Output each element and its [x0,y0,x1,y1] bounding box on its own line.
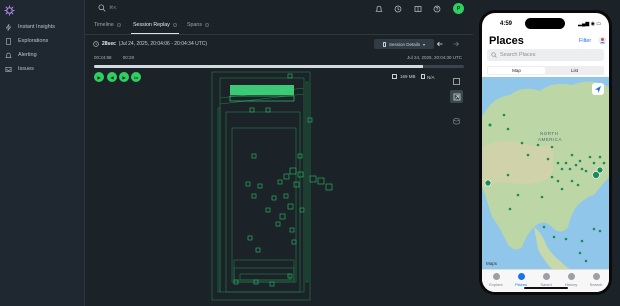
phone-tab-label: Search [589,282,603,287]
sidebar-item-label: Alerting [18,52,37,58]
globe-icon [492,273,500,280]
square-icon [453,78,460,85]
current-time: 00:24:88 [94,55,112,60]
database-icon [453,118,460,125]
layers-icon [453,93,460,100]
search-icon[interactable] [98,4,106,12]
session-details-label: Session Details [388,41,420,47]
info-icon [116,23,121,27]
highlight-bar [230,85,294,95]
memory-value: 169 MB [400,74,416,79]
inbox-icon [5,66,12,72]
sidebar: Instant Insights Explorations Alerting I… [0,0,85,306]
document-icon [6,37,11,45]
session-details-button[interactable]: Session Details ▾ [374,39,434,49]
search-placeholder: Search Places [500,52,536,58]
sidebar-item-label: Instant Insights [18,24,55,30]
lock-icon [421,74,425,79]
tab-label: Timeline [94,22,114,28]
bookmark-icon [542,273,550,280]
maps-credit: Maps [486,261,498,266]
segment-list[interactable]: List [546,67,603,74]
phone-icon [382,41,386,47]
places-search-input[interactable]: Search Places [487,49,604,61]
session-duration-text: 28sec (Jul 24, 2025, 20:04:06 - 20:04:34… [102,41,207,47]
phone-tab-label: Explore [489,282,503,287]
stack-tool-button[interactable] [450,115,463,128]
skip-back-button[interactable]: ◀ [107,72,117,82]
search-icon [491,52,497,58]
bell-icon [5,52,12,58]
playback-timestamp: Jul 24, 2025, 20:04:30 UTC [407,55,463,60]
places-title: Places [489,35,524,47]
map-label-america: AMERICA [538,137,562,142]
tab-spans[interactable]: Spans [187,22,210,28]
lightning-icon [5,23,12,31]
wireframe-tool-button[interactable] [450,90,463,103]
tab-label: Spans [187,22,203,28]
phone-tab-saved[interactable]: Saved [534,273,558,287]
clock-icon [93,41,99,47]
user-avatar[interactable]: P [453,3,464,14]
home-indicator [524,287,568,289]
status-icons: ▂▄▆ ◉ ▭ [578,21,602,27]
map-label-north: NORTH [540,131,558,136]
phone-tab-history[interactable]: History [559,273,583,287]
phone-tab-places[interactable]: Places [509,273,533,287]
notification-bell-icon[interactable] [375,5,383,13]
phone-tab-explore[interactable]: Explore [484,273,508,287]
places-map[interactable]: NORTH AMERICA [482,77,609,269]
playback-time: 00:24:88 00:28 [94,55,134,60]
sidebar-item-alerting[interactable]: Alerting [5,49,37,61]
history-icon[interactable] [394,5,402,13]
top-bar: ⌘K P [85,0,473,17]
sidebar-item-instant-insights[interactable]: Instant Insights [5,21,55,33]
select-tool-button[interactable] [450,75,463,88]
filter-button[interactable]: Filter [579,38,591,44]
clock-icon [567,273,575,280]
arrow-left-icon[interactable] [436,40,444,48]
sidebar-item-label: Issues [18,66,34,72]
status-time: 4:59 [500,21,513,27]
dynamic-island [525,18,565,29]
play-button[interactable]: ▶ [94,72,104,82]
tab-timeline[interactable]: Timeline [94,22,121,28]
docs-icon[interactable] [414,5,422,13]
view-segmented-control: Map List [487,66,604,75]
sidebar-item-issues[interactable]: Issues [5,63,34,75]
speed-button[interactable]: 1x [131,72,141,82]
search-shortcut: ⌘K [109,5,117,10]
replay-wireframe-canvas [211,71,333,301]
phone-tab-search[interactable]: Search [584,273,608,287]
sidebar-item-label: Explorations [18,38,49,44]
session-range: (Jul 24, 2025, 20:04:06 - 20:04:34 UTC) [118,41,208,47]
network-value: N/A [427,75,435,80]
session-info-row: 28sec (Jul 24, 2025, 20:04:06 - 20:04:34… [85,36,473,54]
chevron-down-icon: ▾ [423,41,426,47]
app-logo-icon[interactable] [4,5,15,16]
memory-usage: 169 MB [392,74,416,79]
skip-forward-button[interactable]: ▶ [119,72,129,82]
search-icon [592,273,600,280]
device-preview-panel: 4:59 ▂▄▆ ◉ ▭ Places Filter Search Places… [473,0,620,306]
profile-icon[interactable] [598,36,607,45]
sidebar-item-explorations[interactable]: Explorations [5,35,48,47]
tab-label: Session Replay [133,22,170,28]
pin-icon [517,273,525,280]
segment-map[interactable]: Map [488,67,545,74]
phone-screen: 4:59 ▂▄▆ ◉ ▭ Places Filter Search Places… [482,13,609,292]
help-icon[interactable] [433,5,441,13]
active-tab-indicator [131,33,179,34]
info-icon [172,23,177,27]
network-status: N/A [421,74,435,80]
total-time: 00:28 [122,55,135,60]
app-root: Instant Insights Explorations Alerting I… [0,0,620,306]
tab-session-replay[interactable]: Session Replay [133,22,177,28]
phone-frame: 4:59 ▂▄▆ ◉ ▭ Places Filter Search Places… [479,10,612,295]
session-duration: 28sec [102,41,116,47]
memory-chip-icon [392,74,397,79]
info-icon [205,23,210,27]
arrow-right-icon[interactable] [452,40,460,48]
